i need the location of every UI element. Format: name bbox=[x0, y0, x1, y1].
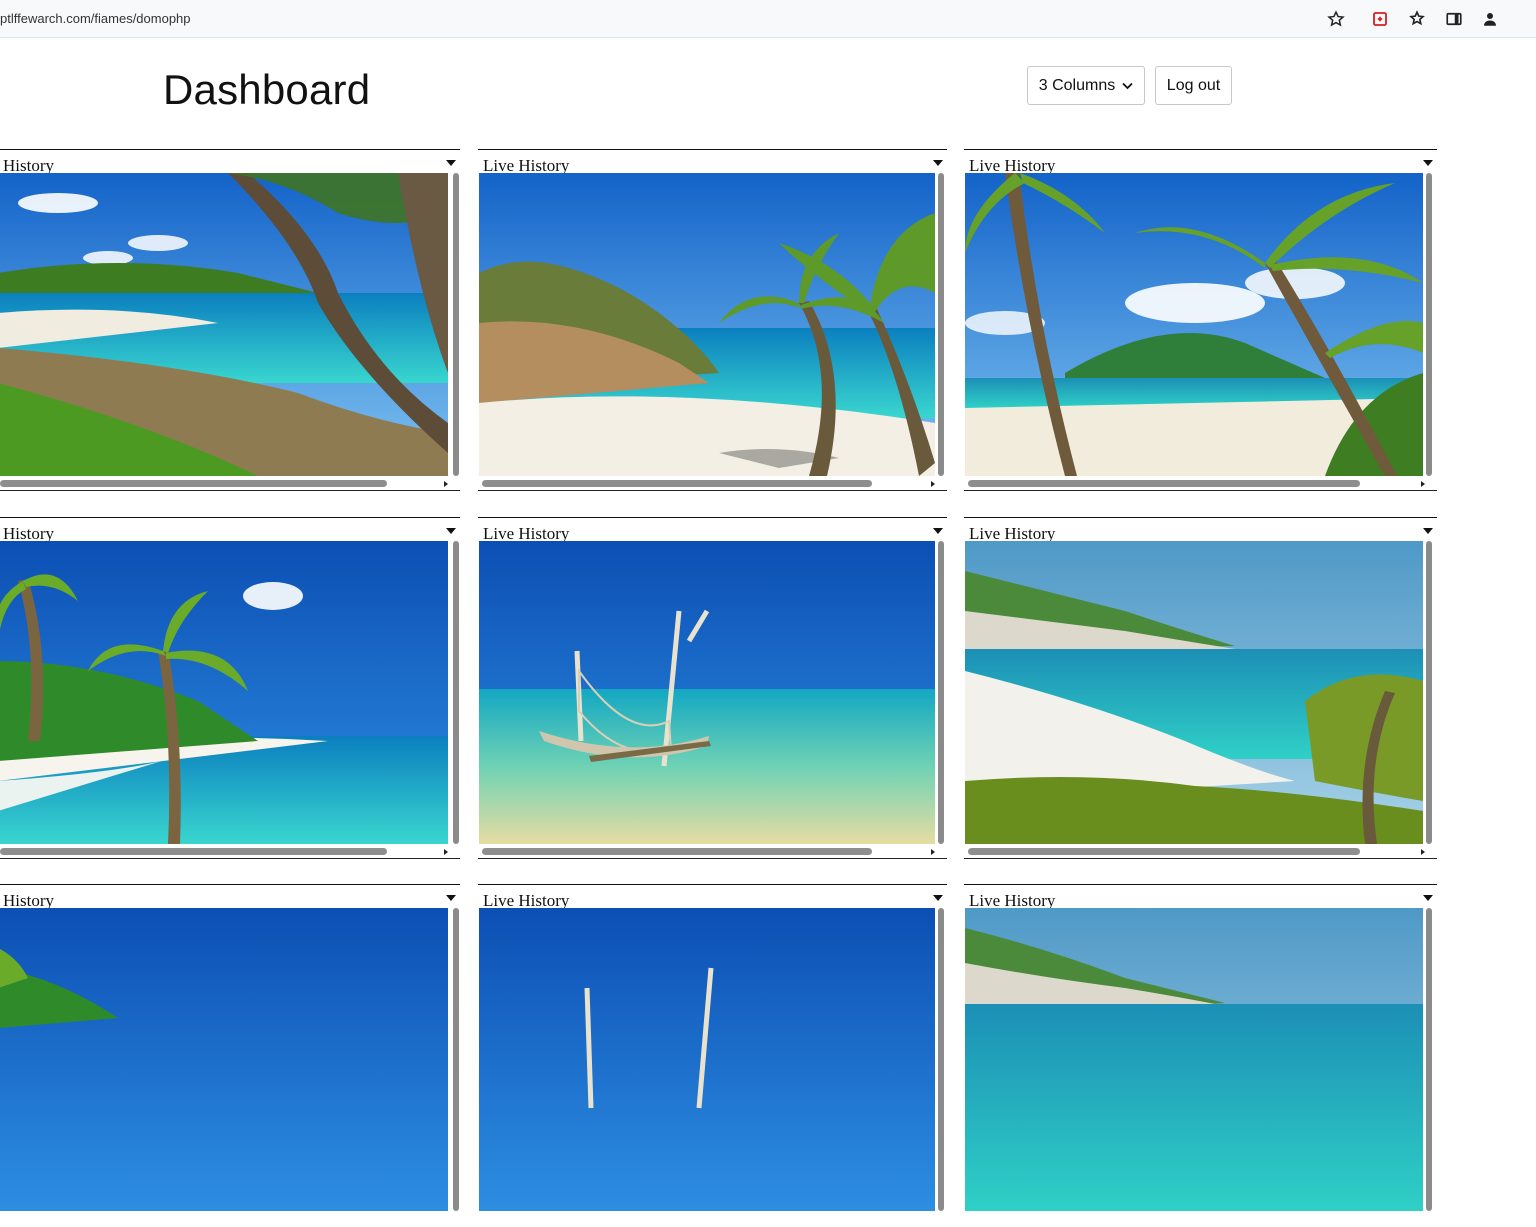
horizontal-scrollbar[interactable] bbox=[0, 848, 387, 855]
browser-toolbar: ptlffewarch.com/fiames/domophp bbox=[0, 0, 1536, 38]
beach-image bbox=[479, 173, 935, 476]
feed-panel: Live History bbox=[964, 149, 1437, 492]
vertical-scrollbar[interactable] bbox=[938, 908, 944, 1211]
beach-image bbox=[479, 541, 935, 844]
scroll-right-arrow-icon[interactable] bbox=[444, 481, 448, 487]
star-icon[interactable] bbox=[1325, 8, 1347, 30]
horizontal-scrollbar[interactable] bbox=[968, 848, 1360, 855]
chevron-down-icon bbox=[1122, 77, 1133, 95]
columns-dropdown-button[interactable]: 3 Columns bbox=[1027, 66, 1145, 105]
feed-panel: History bbox=[0, 517, 460, 860]
panel-dropdown-icon[interactable] bbox=[933, 895, 943, 901]
extension-red-icon[interactable] bbox=[1369, 8, 1391, 30]
vertical-scrollbar[interactable] bbox=[1426, 173, 1432, 476]
vertical-scrollbar[interactable] bbox=[453, 541, 459, 844]
vertical-scrollbar[interactable] bbox=[1426, 908, 1432, 1211]
horizontal-scrollbar[interactable] bbox=[968, 480, 1360, 487]
panel-dropdown-icon[interactable] bbox=[933, 160, 943, 166]
beach-image bbox=[0, 908, 448, 1211]
beach-image bbox=[965, 173, 1423, 476]
beach-image bbox=[965, 541, 1423, 844]
feed-panel: Live History bbox=[478, 884, 947, 1227]
feed-panel: History bbox=[0, 149, 460, 492]
vertical-scrollbar[interactable] bbox=[938, 541, 944, 844]
columns-button-label: 3 Columns bbox=[1038, 76, 1116, 94]
beach-image bbox=[965, 908, 1423, 1211]
feed-panel: Live History bbox=[964, 884, 1437, 1227]
panel-dropdown-icon[interactable] bbox=[933, 528, 943, 534]
feed-panel: Live History bbox=[964, 517, 1437, 860]
sidepanel-icon[interactable] bbox=[1443, 8, 1465, 30]
scroll-right-arrow-icon[interactable] bbox=[1421, 849, 1425, 855]
horizontal-scrollbar[interactable] bbox=[482, 480, 872, 487]
beach-image bbox=[479, 908, 935, 1211]
feed-panel: Live History bbox=[478, 517, 947, 860]
panel-dropdown-icon[interactable] bbox=[1423, 160, 1433, 166]
profile-icon[interactable] bbox=[1479, 8, 1501, 30]
vertical-scrollbar[interactable] bbox=[453, 908, 459, 1211]
beach-image bbox=[0, 173, 448, 476]
scroll-right-arrow-icon[interactable] bbox=[1421, 481, 1425, 487]
panel-dropdown-icon[interactable] bbox=[446, 895, 456, 901]
horizontal-scrollbar[interactable] bbox=[0, 480, 387, 487]
scroll-right-arrow-icon[interactable] bbox=[444, 849, 448, 855]
panel-dropdown-icon[interactable] bbox=[1423, 895, 1433, 901]
scroll-right-arrow-icon[interactable] bbox=[931, 849, 935, 855]
page-title: Dashboard bbox=[163, 66, 371, 113]
vertical-scrollbar[interactable] bbox=[1426, 541, 1432, 844]
vertical-scrollbar[interactable] bbox=[453, 173, 459, 476]
vertical-scrollbar[interactable] bbox=[938, 173, 944, 476]
horizontal-scrollbar[interactable] bbox=[482, 848, 872, 855]
puzzle-star-icon[interactable] bbox=[1406, 8, 1428, 30]
panel-dropdown-icon[interactable] bbox=[1423, 528, 1433, 534]
scroll-right-arrow-icon[interactable] bbox=[931, 481, 935, 487]
feed-panel: History bbox=[0, 884, 460, 1227]
feed-panel: Live History bbox=[478, 149, 947, 492]
logout-button[interactable]: Log out bbox=[1155, 66, 1232, 105]
address-bar[interactable]: ptlffewarch.com/fiames/domophp bbox=[0, 11, 191, 26]
beach-image bbox=[0, 541, 448, 844]
panel-dropdown-icon[interactable] bbox=[446, 528, 456, 534]
panel-dropdown-icon[interactable] bbox=[446, 160, 456, 166]
